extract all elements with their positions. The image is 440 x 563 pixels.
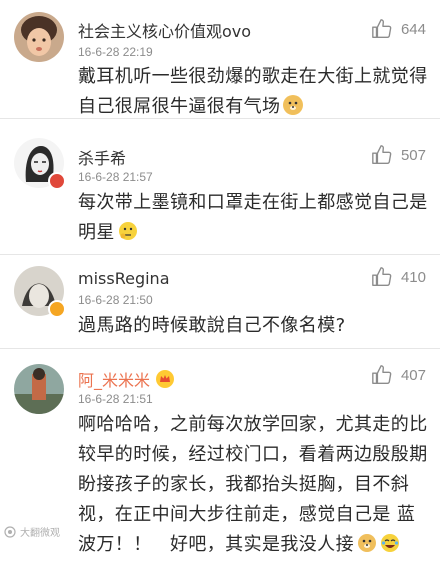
user-name[interactable]: 阿_米米米 (78, 367, 175, 391)
comment-item: 阿_米米米 16-6-28 21:51 407 啊哈哈哈，之前每次放学回家，尤其… (0, 348, 440, 555)
comment-text: 每次带上墨镜和口罩走在街上都感觉自己是 明星 (78, 188, 433, 248)
thumbs-up-icon (371, 18, 393, 40)
laugh-cry-emoji-icon (380, 533, 400, 553)
user-name[interactable]: 杀手希 (78, 145, 126, 169)
verified-badge-icon (48, 300, 66, 318)
comment-line-text: 明星 (78, 222, 115, 243)
comment-line: 戴耳机听一些很劲爆的歌走在大街上就觉得 (78, 66, 428, 87)
comment-time: 16-6-28 22:19 (78, 45, 153, 59)
comment-text: 戴耳机听一些很劲爆的歌走在大街上就觉得 自己很屌很牛逼很有气场 (78, 62, 433, 122)
comment-item: 社会主义核心价值观ovo 16-6-28 22:19 644 戴耳机听一些很劲爆… (0, 0, 440, 119)
comment-line: 波万！！ 好吧，其实是我没人接 (78, 530, 433, 560)
watermark: 大翻微观 (4, 524, 60, 539)
comment-line: 视，在正中间大步往前走，感觉自己是 蓝 (78, 504, 416, 525)
photo-avatar-icon (14, 364, 64, 414)
comment-text: 啊哈哈哈，之前每次放学回家，尤其走的比 较早的时候，经过校门口，看着两边殷殷期 … (78, 410, 433, 560)
comment-item: missRegina 16-6-28 21:50 410 過馬路的時候敢說自己不… (0, 254, 440, 349)
like-button[interactable]: 507 (371, 144, 426, 166)
comment-line: 盼接孩子的家长，我都抬头挺胸，目不斜 (78, 474, 410, 495)
weibo-logo-icon (4, 525, 16, 538)
user-avatar[interactable] (14, 364, 64, 414)
comment-time: 16-6-28 21:50 (78, 293, 153, 307)
comment-line: 每次带上墨镜和口罩走在街上都感觉自己是 (78, 192, 428, 213)
comment-item: 杀手希 16-6-28 21:57 507 每次带上墨镜和口罩走在街上都感觉自己… (0, 118, 440, 255)
girl-avatar-icon (14, 12, 64, 62)
thumbs-up-icon (371, 144, 393, 166)
comment-line-text: 自己很屌很牛逼很有气场 (78, 96, 281, 117)
comment-line: 较早的时候，经过校门口，看着两边殷殷期 (78, 444, 428, 465)
watermark-text: 大翻微观 (20, 528, 60, 539)
thumbs-up-icon (371, 364, 393, 386)
thumbs-up-icon (371, 266, 393, 288)
thinking-emoji-icon (118, 221, 138, 241)
like-count: 410 (400, 268, 426, 286)
user-avatar[interactable] (14, 12, 64, 62)
comment-text: 過馬路的時候敢說自己不像名模? (78, 311, 433, 341)
user-name[interactable]: 社会主义核心价值观ovo (78, 18, 251, 42)
doge-emoji-icon (283, 95, 304, 115)
comment-line: 過馬路的時候敢說自己不像名模? (78, 315, 346, 336)
like-button[interactable]: 410 (371, 266, 426, 288)
vip-crown-icon (156, 370, 175, 388)
comment-time: 16-6-28 21:57 (78, 170, 153, 184)
user-name-text: 阿_米米米 (78, 371, 151, 390)
like-button[interactable]: 644 (371, 18, 426, 40)
comment-line-text: 波万！！ 好吧，其实是我没人接 (78, 534, 354, 555)
comment-line: 明星 (78, 218, 433, 248)
like-button[interactable]: 407 (371, 364, 426, 386)
doge-emoji-icon (357, 533, 377, 553)
like-count: 644 (400, 20, 426, 38)
like-count: 407 (400, 366, 426, 384)
comment-line: 啊哈哈哈，之前每次放学回家，尤其走的比 (78, 414, 428, 435)
verified-badge-icon (48, 172, 66, 190)
comment-time: 16-6-28 21:51 (78, 392, 153, 406)
like-count: 507 (400, 146, 426, 164)
user-name[interactable]: missRegina (78, 269, 170, 288)
